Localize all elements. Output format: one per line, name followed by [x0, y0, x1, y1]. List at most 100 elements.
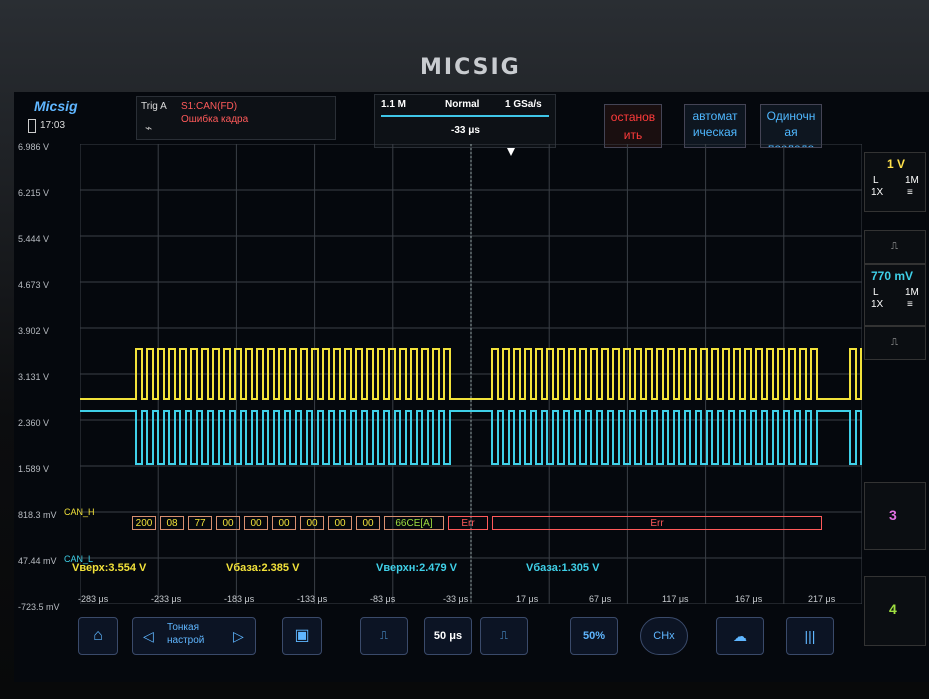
decode-frame: 77 — [188, 516, 212, 530]
menu-button[interactable]: ||| — [786, 617, 834, 655]
sample-rate: 1 GSa/s — [505, 99, 542, 110]
decode-bus-label: CAN_H — [64, 507, 95, 517]
y-axis-label: -723.5 mV — [18, 602, 60, 612]
single-button-line2: ая — [784, 125, 798, 139]
acquisition-panel[interactable]: 1.1 M Normal 1 GSa/s -33 μs — [374, 94, 556, 148]
x-axis-label: -83 μs — [370, 594, 396, 604]
pulse-icon: ⎍ — [891, 241, 898, 252]
x-axis-label: -283 μs — [78, 594, 109, 604]
ch1-impedance: 1M — [905, 175, 919, 186]
ch2-scale: 770 mV — [871, 269, 914, 283]
x-axis-label: -233 μs — [151, 594, 182, 604]
y-axis-label: 3.902 V — [18, 326, 50, 336]
ch2-coupling: L — [873, 287, 879, 298]
trigger-source: S1:CAN(FD) — [181, 101, 238, 112]
menu-icon: ||| — [804, 628, 816, 644]
ch2-edge-button[interactable]: ⎍ — [864, 326, 926, 360]
ch4-button[interactable]: 4 — [864, 576, 926, 646]
trigger-condition: Ошибка кадра — [181, 114, 249, 125]
decode-frame: 66CE[A] — [384, 516, 444, 530]
device-brand: MICSIG — [420, 55, 521, 80]
ch2-scale-panel[interactable]: 770 mV L 1M 1X ≡ — [864, 264, 926, 326]
y-axis-label: 5.444 V — [18, 234, 50, 244]
x-axis-label: -33 μs — [443, 594, 469, 604]
cloud-button[interactable]: ☁ — [716, 617, 764, 655]
ch1-edge-button[interactable]: ⎍ — [864, 230, 926, 264]
y-axis-label: 47.44 mV — [18, 556, 57, 566]
ch4-label: 4 — [889, 601, 897, 617]
measure-ch2-base: Vбаза:1.305 V — [526, 562, 600, 574]
acquisition-mode: Normal — [445, 99, 480, 110]
x-axis-label: 217 μs — [808, 594, 836, 604]
decode-frame: 00 — [328, 516, 352, 530]
trigger-position: -33 μs — [451, 125, 480, 136]
x-axis-label: 67 μs — [589, 594, 612, 604]
measure-ch1-base: Vбаза:2.385 V — [226, 562, 300, 574]
y-axis-label: 3.131 V — [18, 372, 50, 382]
decode-frame: Err — [448, 516, 488, 530]
decode-frame: 08 — [160, 516, 184, 530]
decode-frame: Err — [492, 516, 822, 530]
y-axis-label: 818.3 mV — [18, 510, 57, 520]
ch1-scale-panel[interactable]: 1 V L 1M 1X ≡ — [864, 152, 926, 212]
auto-button-line2: ическая — [692, 125, 738, 139]
oscilloscope-screen: Micsig 17:03 Trig A S1:CAN(FD) Ошибка ка… — [14, 92, 929, 682]
y-axis-label: 6.986 V — [18, 142, 50, 152]
fine-adjust-label2: настрой — [167, 635, 205, 646]
home-button[interactable]: ⌂ — [78, 617, 118, 655]
decode-frame: 00 — [300, 516, 324, 530]
ch1-probe: 1X — [871, 187, 884, 198]
decode-frame: 200 — [132, 516, 156, 530]
decode-frame: 00 — [216, 516, 240, 530]
x-axis-label: 167 μs — [735, 594, 763, 604]
measure-ch2-top: Vверхн:2.479 V — [376, 562, 457, 574]
timebase-up-button[interactable]: ⎍ — [480, 617, 528, 655]
ch3-label: 3 — [889, 507, 897, 523]
pulse-wide-icon: ⎍ — [500, 630, 508, 642]
stop-button-line1: останов — [610, 110, 656, 124]
y-axis-label: 6.215 V — [18, 188, 50, 198]
app-logo: Micsig — [34, 98, 78, 114]
x-axis-label: -133 μs — [297, 594, 328, 604]
waveform-grid[interactable] — [80, 144, 862, 604]
timebase-down-button[interactable]: ⎍ — [360, 617, 408, 655]
cloud-icon: ☁ — [733, 628, 747, 644]
y-axis-label: 1.589 V — [18, 464, 50, 474]
clock-time: 17:03 — [40, 120, 66, 131]
x-axis-label: -183 μs — [224, 594, 255, 604]
pulse-narrow-icon: ⎍ — [380, 630, 388, 642]
measure-ch1-top: Vверх:3.554 V — [72, 562, 147, 574]
decode-frame: 00 — [244, 516, 268, 530]
ch1-coupling: L — [873, 175, 879, 186]
memory-window-bar — [381, 115, 549, 117]
single-button[interactable]: Одиночн ая последо — [760, 104, 822, 148]
timebase-value[interactable]: 50 μs — [424, 617, 472, 655]
fine-adjust-control[interactable]: ◁ Тонкая настрой ▷ — [132, 617, 256, 655]
home-icon: ⌂ — [93, 627, 103, 644]
y-axis-label: 4.673 V — [18, 280, 50, 290]
save-icon: ▣ — [294, 627, 310, 644]
auto-button[interactable]: автомат ическая — [684, 104, 746, 148]
battery-icon — [28, 119, 36, 133]
ch2-bw-icon: ≡ — [907, 299, 913, 310]
arrow-left-icon[interactable]: ◁ — [143, 628, 154, 645]
ch2-probe: 1X — [871, 299, 884, 310]
trigger-info-panel[interactable]: Trig A S1:CAN(FD) Ошибка кадра ⌁ — [136, 96, 336, 140]
memory-depth: 1.1 M — [381, 99, 407, 110]
trigger-label: Trig A — [141, 101, 167, 112]
decode-frame: 00 — [356, 516, 380, 530]
ch2-impedance: 1M — [905, 287, 919, 298]
ch1-bw-icon: ≡ — [907, 187, 913, 198]
arrow-right-icon[interactable]: ▷ — [233, 628, 244, 645]
level-50-button[interactable]: 50% — [570, 617, 618, 655]
fine-adjust-label: Тонкая — [167, 622, 199, 633]
ch3-button[interactable]: 3 — [864, 482, 926, 550]
stop-button[interactable]: останов ить — [604, 104, 662, 148]
channel-select-button[interactable]: CHx — [640, 617, 688, 655]
x-axis-label: 17 μs — [516, 594, 539, 604]
ch1-scale: 1 V — [887, 157, 906, 171]
save-button[interactable]: ▣ — [282, 617, 322, 655]
x-axis-label: 117 μs — [662, 594, 689, 604]
trigger-edge-icon: ⌁ — [145, 121, 153, 135]
decode-frame: 00 — [272, 516, 296, 530]
